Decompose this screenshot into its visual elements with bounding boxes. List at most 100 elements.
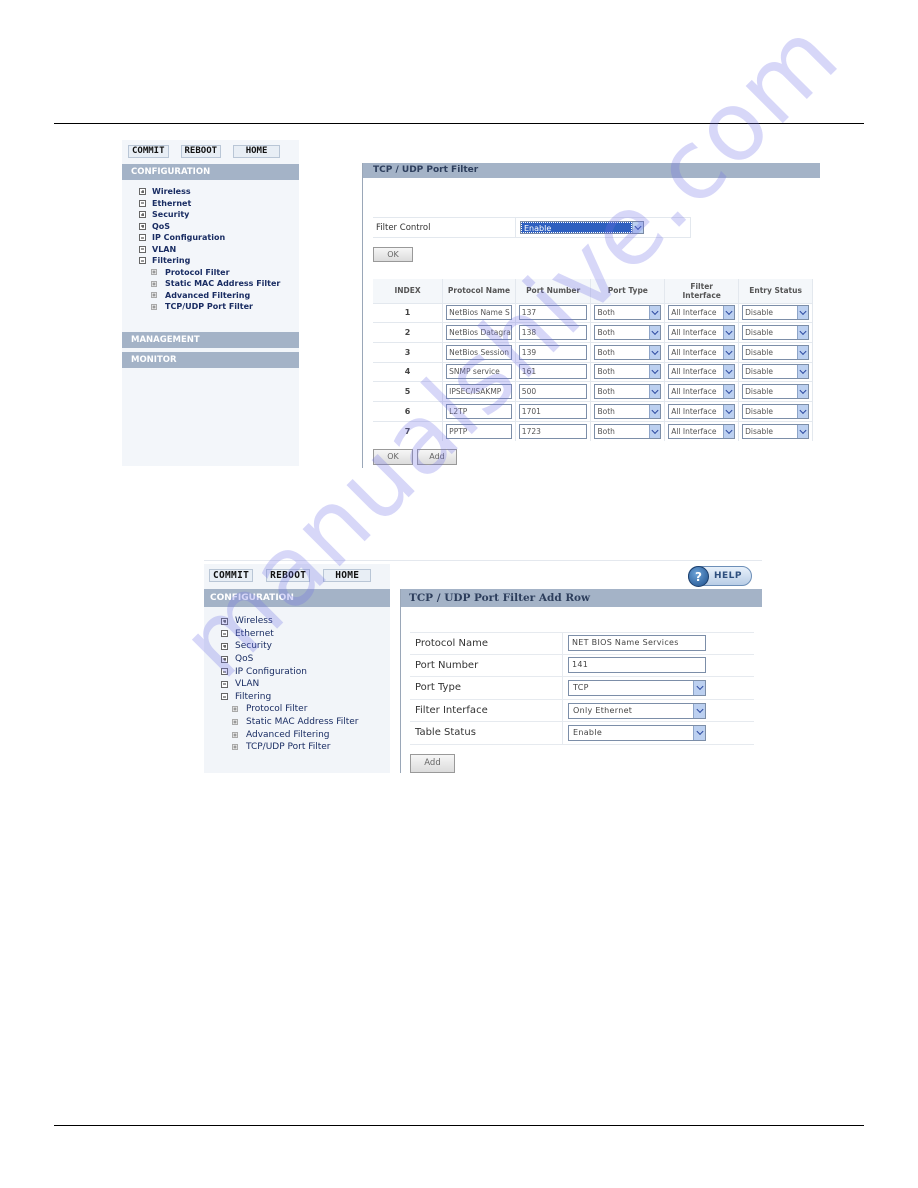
tree-item-qos[interactable]: QoS bbox=[139, 221, 299, 233]
entry-status-select[interactable]: Disable bbox=[742, 344, 809, 360]
home-button[interactable]: HOME bbox=[323, 569, 372, 582]
protocol-name-input[interactable]: NetBios Name S bbox=[446, 305, 512, 321]
commit-button[interactable]: COMMIT bbox=[128, 145, 169, 158]
section-management[interactable]: MANAGEMENT bbox=[122, 331, 299, 348]
reboot-button[interactable]: REBOOT bbox=[180, 145, 222, 158]
section-configuration[interactable]: CONFIGURATION bbox=[122, 164, 299, 180]
entry-status-select[interactable]: Disable bbox=[742, 403, 809, 419]
chevron-down-icon[interactable] bbox=[649, 385, 661, 399]
chevron-down-icon[interactable] bbox=[632, 222, 643, 233]
port-type-select[interactable]: Both bbox=[594, 305, 662, 321]
tree-item-ip-configuration[interactable]: IP Configuration bbox=[139, 232, 299, 244]
protocol-name-input[interactable]: IPSEC/ISAKMP bbox=[446, 384, 512, 400]
tree-subitem-advanced-filtering[interactable]: Advanced Filtering bbox=[139, 290, 299, 302]
ok-submit-button[interactable]: OK bbox=[373, 449, 413, 465]
ok-button[interactable]: OK bbox=[373, 247, 413, 262]
add-button[interactable]: Add bbox=[410, 754, 455, 773]
tree-subitem-static-mac-filter[interactable]: Static MAC Address Filter bbox=[221, 716, 390, 729]
filter-control-select[interactable]: Enable bbox=[520, 221, 644, 234]
chevron-down-icon[interactable] bbox=[797, 424, 808, 438]
tree-item-wireless[interactable]: Wireless bbox=[139, 186, 299, 198]
protocol-name-input[interactable]: NET BIOS Name Services bbox=[568, 635, 706, 652]
help-button[interactable]: ? HELP bbox=[688, 565, 752, 587]
port-number-input[interactable]: 137 bbox=[518, 305, 588, 321]
filter-interface-select[interactable]: All Interface bbox=[668, 423, 736, 439]
chevron-down-icon[interactable] bbox=[649, 404, 661, 418]
chevron-down-icon[interactable] bbox=[797, 365, 808, 379]
entry-status-select[interactable]: Disable bbox=[742, 384, 809, 400]
section-monitor[interactable]: MONITOR bbox=[122, 351, 299, 368]
add-row-button[interactable]: Add bbox=[417, 449, 457, 465]
reboot-button[interactable]: REBOOT bbox=[266, 569, 311, 582]
expand-plus-icon[interactable] bbox=[221, 617, 228, 625]
chevron-down-icon[interactable] bbox=[649, 306, 661, 320]
expand-plus-icon[interactable] bbox=[139, 188, 146, 196]
filter-interface-select[interactable]: All Interface bbox=[668, 344, 736, 360]
tree-item-vlan[interactable]: VLAN bbox=[221, 678, 390, 691]
port-type-select[interactable]: Both bbox=[594, 364, 662, 380]
tree-item-qos[interactable]: QoS bbox=[221, 653, 390, 666]
chevron-down-icon[interactable] bbox=[693, 726, 705, 741]
chevron-down-icon[interactable] bbox=[797, 326, 808, 340]
port-number-input[interactable]: 161 bbox=[518, 364, 588, 380]
tree-subitem-protocol-filter[interactable]: Protocol Filter bbox=[139, 267, 299, 279]
port-type-select[interactable]: Both bbox=[594, 403, 662, 419]
chevron-down-icon[interactable] bbox=[797, 385, 808, 399]
collapse-minus-icon[interactable] bbox=[221, 680, 228, 688]
tree-subitem-protocol-filter[interactable]: Protocol Filter bbox=[221, 703, 390, 716]
port-type-select[interactable]: Both bbox=[594, 423, 662, 439]
tree-item-filtering[interactable]: Filtering bbox=[221, 691, 390, 704]
expand-plus-icon[interactable] bbox=[221, 655, 228, 663]
tree-item-security[interactable]: Security bbox=[221, 640, 390, 653]
port-number-input[interactable]: 1723 bbox=[518, 423, 588, 439]
filter-interface-select[interactable]: All Interface bbox=[668, 384, 736, 400]
entry-status-select[interactable]: Disable bbox=[742, 364, 809, 380]
tree-item-ethernet[interactable]: Ethernet bbox=[139, 198, 299, 210]
chevron-down-icon[interactable] bbox=[797, 404, 808, 418]
port-type-select[interactable]: Both bbox=[594, 325, 662, 341]
port-number-input[interactable]: 138 bbox=[518, 325, 588, 341]
entry-status-select[interactable]: Disable bbox=[742, 423, 809, 439]
tree-subitem-tcp-udp-port-filter[interactable]: TCP/UDP Port Filter bbox=[221, 741, 390, 754]
collapse-minus-icon[interactable] bbox=[221, 693, 228, 701]
chevron-down-icon[interactable] bbox=[797, 345, 808, 359]
chevron-down-icon[interactable] bbox=[649, 345, 661, 359]
tree-item-vlan[interactable]: VLAN bbox=[139, 244, 299, 256]
chevron-down-icon[interactable] bbox=[693, 703, 705, 718]
tree-subitem-tcp-udp-port-filter[interactable]: TCP/UDP Port Filter bbox=[139, 301, 299, 313]
filter-interface-select[interactable]: All Interface bbox=[668, 364, 736, 380]
protocol-name-input[interactable]: SNMP service bbox=[446, 364, 512, 380]
protocol-name-input[interactable]: NetBios Session bbox=[446, 344, 512, 360]
filter-interface-select[interactable]: All Interface bbox=[668, 305, 736, 321]
tree-item-ethernet[interactable]: Ethernet bbox=[221, 628, 390, 641]
port-number-input[interactable]: 139 bbox=[518, 344, 588, 360]
tree-item-security[interactable]: Security bbox=[139, 209, 299, 221]
chevron-down-icon[interactable] bbox=[649, 424, 661, 438]
protocol-name-input[interactable]: L2TP bbox=[446, 403, 512, 419]
tree-item-wireless[interactable]: Wireless bbox=[221, 615, 390, 628]
chevron-down-icon[interactable] bbox=[723, 385, 735, 399]
filter-interface-select[interactable]: All Interface bbox=[668, 403, 736, 419]
entry-status-select[interactable]: Disable bbox=[742, 305, 809, 321]
chevron-down-icon[interactable] bbox=[723, 345, 735, 359]
chevron-down-icon[interactable] bbox=[723, 424, 735, 438]
tree-subitem-static-mac-filter[interactable]: Static MAC Address Filter bbox=[139, 278, 299, 290]
port-number-input[interactable]: 1701 bbox=[518, 403, 588, 419]
entry-status-select[interactable]: Disable bbox=[742, 325, 809, 341]
collapse-minus-icon[interactable] bbox=[139, 257, 146, 265]
collapse-minus-icon[interactable] bbox=[221, 668, 228, 676]
chevron-down-icon[interactable] bbox=[723, 365, 735, 379]
chevron-down-icon[interactable] bbox=[723, 306, 735, 320]
tree-item-filtering[interactable]: Filtering bbox=[139, 255, 299, 267]
tree-subitem-advanced-filtering[interactable]: Advanced Filtering bbox=[221, 728, 390, 741]
filter-interface-select[interactable]: Only Ethernet bbox=[568, 702, 706, 719]
port-type-select[interactable]: TCP bbox=[568, 679, 706, 696]
chevron-down-icon[interactable] bbox=[693, 680, 705, 695]
chevron-down-icon[interactable] bbox=[649, 326, 661, 340]
expand-plus-icon[interactable] bbox=[139, 222, 146, 230]
commit-button[interactable]: COMMIT bbox=[209, 569, 254, 582]
table-status-select[interactable]: Enable bbox=[568, 725, 706, 742]
home-button[interactable]: HOME bbox=[233, 145, 281, 158]
collapse-minus-icon[interactable] bbox=[139, 199, 146, 207]
collapse-minus-icon[interactable] bbox=[139, 234, 146, 242]
